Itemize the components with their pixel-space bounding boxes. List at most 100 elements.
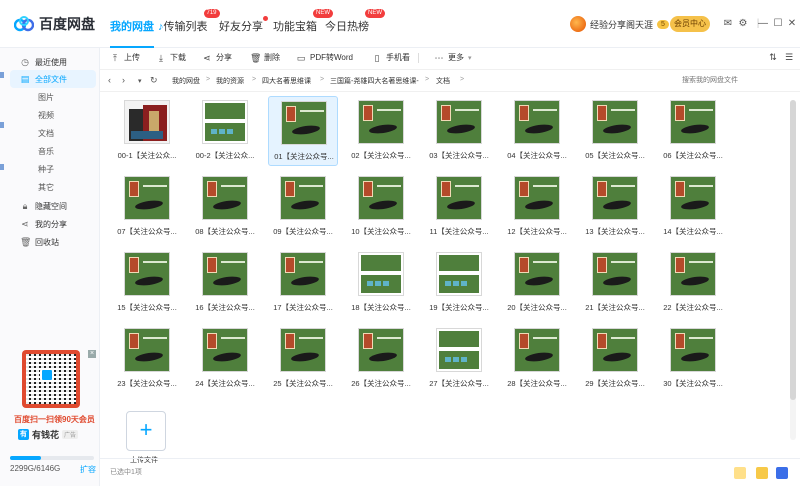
file-name: 00-2【关注公众... bbox=[195, 151, 255, 160]
file-name: 30【关注公众号... bbox=[663, 379, 723, 388]
clock-icon: ◷ bbox=[21, 57, 29, 67]
file-tile[interactable]: 17【关注公众号... bbox=[268, 248, 338, 318]
more-button[interactable]: ⋯ 更多 ▾ bbox=[434, 52, 472, 63]
mail-icon[interactable]: ✉ bbox=[722, 18, 734, 30]
file-tile[interactable]: 30【关注公众号... bbox=[658, 324, 728, 394]
promo-close-icon[interactable]: × bbox=[88, 350, 96, 358]
sidebar-item-documents[interactable]: 文档 bbox=[10, 124, 96, 142]
file-tile[interactable]: 22【关注公众号... bbox=[658, 248, 728, 318]
sidebar-item-hidden-space[interactable]: 🔒︎ 隐藏空间 bbox=[10, 197, 96, 215]
app-logo[interactable]: 百度网盘 bbox=[14, 14, 95, 34]
file-tile[interactable]: 18【关注公众号... bbox=[346, 248, 416, 318]
file-thumbnail bbox=[358, 176, 404, 220]
tab-my-netdisk[interactable]: 我的网盘 bbox=[110, 18, 154, 48]
file-name: 16【关注公众号... bbox=[195, 303, 255, 312]
vertical-scrollbar[interactable] bbox=[790, 100, 796, 440]
file-tile[interactable]: 02【关注公众号... bbox=[346, 96, 416, 166]
gear-icon[interactable]: ⚙ bbox=[737, 18, 749, 30]
close-icon[interactable]: ✕ bbox=[786, 18, 798, 30]
sidebar-item-my-shares[interactable]: ⋖ 我的分享 bbox=[10, 215, 96, 233]
file-tile[interactable]: 21【关注公众号... bbox=[580, 248, 650, 318]
file-name: 10【关注公众号... bbox=[351, 227, 411, 236]
file-tile[interactable]: 27【关注公众号... bbox=[424, 324, 494, 394]
file-name: 17【关注公众号... bbox=[273, 303, 333, 312]
pdf-to-word-button[interactable]: ▭ PDF转Word bbox=[296, 52, 353, 63]
file-tile[interactable]: 00-2【关注公众... bbox=[190, 96, 260, 166]
minimize-icon[interactable]: — bbox=[757, 18, 769, 30]
file-name: 13【关注公众号... bbox=[585, 227, 645, 236]
breadcrumb-item[interactable]: 三国篇-尧雄四大名著思维课- bbox=[330, 76, 419, 86]
qr-code[interactable] bbox=[22, 350, 80, 408]
app-switch-icon[interactable] bbox=[776, 467, 788, 479]
sidebar-item-all-files[interactable]: ▤ 全部文件 bbox=[10, 70, 96, 88]
file-thumbnail bbox=[358, 100, 404, 144]
sidebar-item-videos[interactable]: 视频 bbox=[10, 106, 96, 124]
file-tile[interactable]: 29【关注公众号... bbox=[580, 324, 650, 394]
phone-view-button[interactable]: ▯ 手机看 bbox=[372, 52, 410, 63]
ai-assistant-icon[interactable] bbox=[756, 467, 768, 479]
expand-storage-link[interactable]: 扩容 bbox=[80, 464, 96, 475]
file-tile[interactable]: 25【关注公众号... bbox=[268, 324, 338, 394]
breadcrumb-item[interactable]: 四大名著思维课 bbox=[262, 76, 311, 86]
upload-file-tile[interactable]: + bbox=[126, 411, 166, 451]
file-tile[interactable]: 19【关注公众号... bbox=[424, 248, 494, 318]
file-tile[interactable]: 00-1【关注公众... bbox=[112, 96, 182, 166]
scrollbar-thumb[interactable] bbox=[790, 100, 796, 400]
view-toggle-button[interactable]: ☰ bbox=[784, 52, 794, 62]
file-tile[interactable]: 06【关注公众号... bbox=[658, 96, 728, 166]
history-dropdown-icon[interactable]: ▾ bbox=[138, 77, 142, 85]
breadcrumb-item-current[interactable]: 文档 bbox=[436, 76, 450, 86]
breadcrumb-item[interactable]: 我的资源 bbox=[216, 76, 244, 86]
file-tile[interactable]: 20【关注公众号... bbox=[502, 248, 572, 318]
sidebar-item-recycle-bin[interactable]: 🗑︎ 回收站 bbox=[10, 233, 96, 251]
file-tile[interactable]: 12【关注公众号... bbox=[502, 172, 572, 242]
avatar[interactable] bbox=[570, 16, 586, 32]
tab-transfer-list[interactable]: ♪传输列表 719 bbox=[158, 9, 220, 34]
file-tile[interactable]: 07【关注公众号... bbox=[112, 172, 182, 242]
file-tile[interactable]: 14【关注公众号... bbox=[658, 172, 728, 242]
forward-icon[interactable]: › bbox=[122, 75, 125, 85]
sidebar-item-recent[interactable]: ◷ 最近使用 bbox=[10, 53, 96, 71]
file-name: 19【关注公众号... bbox=[429, 303, 489, 312]
sidebar-item-other[interactable]: 其它 bbox=[10, 178, 96, 196]
maximize-icon[interactable]: ☐ bbox=[772, 18, 784, 30]
share-button[interactable]: ⋖ 分享 bbox=[202, 52, 232, 63]
user-profile[interactable]: 经验分享阁天涯 5 bbox=[570, 16, 669, 32]
file-tile[interactable]: 23【关注公众号... bbox=[112, 324, 182, 394]
breadcrumb-item[interactable]: 我的网盘 bbox=[172, 76, 200, 86]
sidebar-item-music[interactable]: 音乐 bbox=[10, 142, 96, 160]
search-input[interactable] bbox=[680, 74, 788, 88]
file-tile[interactable]: 28【关注公众号... bbox=[502, 324, 572, 394]
refresh-icon[interactable]: ↻ bbox=[150, 75, 158, 86]
download-button[interactable]: ⤓ 下载 bbox=[156, 52, 186, 63]
file-name: 18【关注公众号... bbox=[351, 303, 411, 312]
file-tile[interactable]: 08【关注公众号... bbox=[190, 172, 260, 242]
vip-center-button[interactable]: 会员中心 bbox=[670, 16, 710, 32]
tab-friend-share[interactable]: 好友分享 bbox=[219, 16, 268, 34]
file-tile[interactable]: 10【关注公众号... bbox=[346, 172, 416, 242]
file-tile[interactable]: 24【关注公众号... bbox=[190, 324, 260, 394]
promo-banner[interactable]: × 百度扫一扫领90天会员 有 有钱花 广告 bbox=[8, 350, 96, 442]
upload-button[interactable]: ⤒ 上传 bbox=[110, 52, 140, 63]
file-thumbnail bbox=[670, 252, 716, 296]
file-tile[interactable]: 04【关注公众号... bbox=[502, 96, 572, 166]
sort-button[interactable]: ⇅ bbox=[768, 52, 778, 62]
file-tile[interactable]: 16【关注公众号... bbox=[190, 248, 260, 318]
file-tile[interactable]: 09【关注公众号... bbox=[268, 172, 338, 242]
file-tile[interactable]: 01【关注公众号... bbox=[268, 96, 338, 166]
tab-feature-box[interactable]: 功能宝箱 NEW bbox=[273, 9, 333, 34]
file-tile[interactable]: 11【关注公众号... bbox=[424, 172, 494, 242]
file-tile[interactable]: 05【关注公众号... bbox=[580, 96, 650, 166]
delete-button[interactable]: 🗑︎ 删除 bbox=[250, 52, 280, 63]
file-tile[interactable]: 03【关注公众号... bbox=[424, 96, 494, 166]
file-tile[interactable]: 26【关注公众号... bbox=[346, 324, 416, 394]
tab-today-hot[interactable]: 今日热榜 NEW bbox=[325, 9, 385, 34]
sidebar-item-images[interactable]: 图片 bbox=[10, 88, 96, 106]
file-tile[interactable]: 15【关注公众号... bbox=[112, 248, 182, 318]
back-icon[interactable]: ‹ bbox=[108, 75, 111, 85]
username: 经验分享阁天涯 bbox=[590, 19, 654, 30]
note-icon[interactable] bbox=[734, 467, 746, 479]
sidebar-item-torrents[interactable]: 种子 bbox=[10, 160, 96, 178]
background-window-edge bbox=[0, 72, 4, 78]
file-tile[interactable]: 13【关注公众号... bbox=[580, 172, 650, 242]
